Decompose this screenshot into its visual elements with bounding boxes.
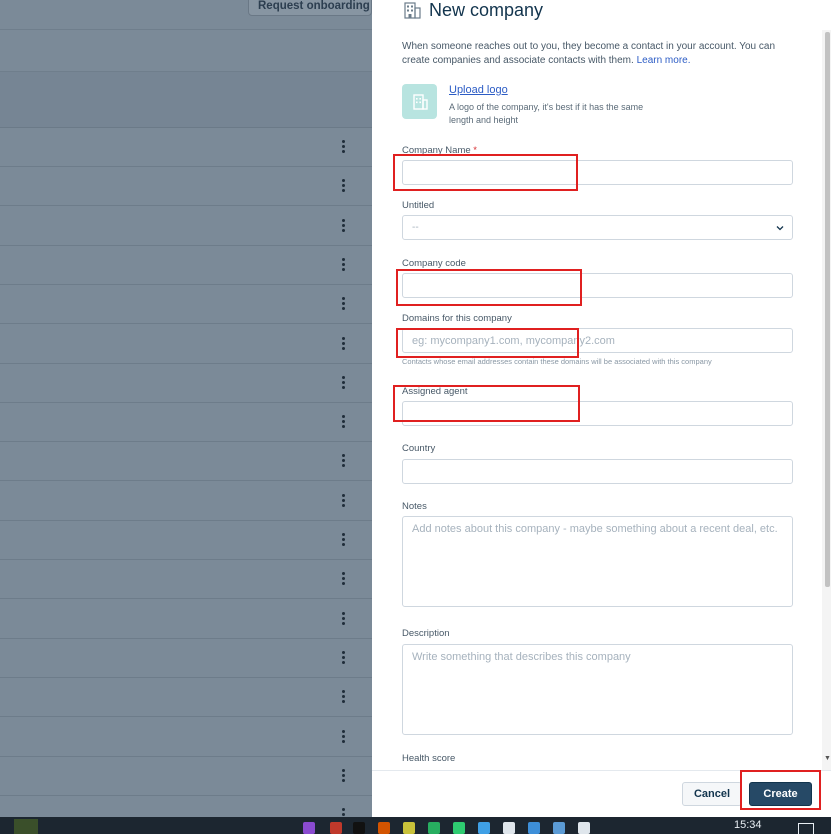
background-table-row xyxy=(0,403,372,443)
more-options-icon[interactable] xyxy=(338,533,348,548)
taskbar-app-icon[interactable] xyxy=(428,822,440,834)
more-options-icon[interactable] xyxy=(338,375,348,391)
background-table-row xyxy=(0,442,372,482)
panel-intro: When someone reaches out to you, they be… xyxy=(402,40,792,68)
domains-hint: Contacts whose email addresses contain t… xyxy=(402,357,712,366)
background-table-header xyxy=(0,72,372,128)
taskbar-app-icon[interactable] xyxy=(478,822,490,834)
background-table-row xyxy=(0,285,372,325)
taskbar-app-icon[interactable] xyxy=(503,822,515,834)
os-taskbar: 15:34 xyxy=(0,817,831,834)
chevron-down-icon xyxy=(776,226,784,231)
background-app: Request onboarding xyxy=(0,0,372,817)
background-table-row xyxy=(0,363,372,403)
more-options-icon[interactable] xyxy=(338,768,348,784)
intro-text: When someone reaches out to you, they be… xyxy=(402,41,776,66)
panel-scrollbar-thumb[interactable] xyxy=(825,32,830,587)
learn-more-link[interactable]: Learn more. xyxy=(637,55,691,66)
more-options-icon[interactable] xyxy=(338,650,348,666)
building-icon xyxy=(404,2,421,19)
new-company-panel: New company When someone reaches out to … xyxy=(372,0,831,817)
more-options-icon[interactable] xyxy=(338,454,348,469)
company-code-label: Company code xyxy=(402,258,466,269)
notes-label: Notes xyxy=(402,501,427,512)
background-table-row xyxy=(0,796,372,817)
cancel-button[interactable]: Cancel xyxy=(682,782,742,806)
taskbar-app-icon[interactable] xyxy=(553,822,565,834)
background-table-row xyxy=(0,756,372,796)
background-table-row xyxy=(0,481,372,521)
assigned-agent-label: Assigned agent xyxy=(402,386,468,397)
background-table-row xyxy=(0,717,372,757)
notification-icon[interactable] xyxy=(798,823,814,834)
taskbar-app-icon[interactable] xyxy=(303,822,315,834)
description-textarea[interactable] xyxy=(402,644,793,735)
company-name-label: Company Name * xyxy=(402,145,477,156)
assigned-agent-input[interactable] xyxy=(402,401,793,426)
taskbar-app-icon[interactable] xyxy=(353,822,365,834)
taskbar-clock[interactable]: 15:34 xyxy=(734,819,762,831)
more-options-icon[interactable] xyxy=(338,140,348,155)
taskbar-app-icon[interactable] xyxy=(330,822,342,834)
required-mark: * xyxy=(473,145,477,156)
taskbar-app-icon[interactable] xyxy=(403,822,415,834)
logo-placeholder[interactable] xyxy=(402,84,437,119)
description-label: Description xyxy=(402,628,450,639)
untitled-select[interactable]: -- xyxy=(402,215,793,240)
panel-title: New company xyxy=(429,0,544,20)
background-table-row xyxy=(0,245,372,285)
panel-header: New company xyxy=(402,0,543,22)
background-table-row xyxy=(0,128,372,167)
more-options-icon[interactable] xyxy=(338,493,348,509)
more-options-icon[interactable] xyxy=(338,690,348,705)
domains-input[interactable] xyxy=(402,328,793,353)
domains-label: Domains for this company xyxy=(402,313,512,324)
create-button[interactable]: Create xyxy=(749,782,812,806)
notes-textarea[interactable] xyxy=(402,516,793,607)
more-options-icon[interactable] xyxy=(338,415,348,430)
more-options-icon[interactable] xyxy=(338,729,348,745)
upload-logo-link[interactable]: Upload logo xyxy=(449,84,508,96)
more-options-icon[interactable] xyxy=(338,808,348,817)
untitled-label: Untitled xyxy=(402,200,435,211)
country-label: Country xyxy=(402,443,436,454)
background-table-row xyxy=(0,678,372,718)
background-subbar xyxy=(0,30,372,72)
start-icon[interactable] xyxy=(14,819,38,834)
more-options-icon[interactable] xyxy=(338,297,348,312)
background-table-row xyxy=(0,599,372,639)
background-table-row xyxy=(0,521,372,560)
building-logo-icon xyxy=(412,93,428,110)
country-input[interactable] xyxy=(402,459,793,484)
taskbar-app-icon[interactable] xyxy=(453,822,465,834)
company-code-input[interactable] xyxy=(402,273,793,298)
background-table-row xyxy=(0,560,372,600)
scroll-down-arrow-icon[interactable]: ▼ xyxy=(824,755,831,762)
more-options-icon[interactable] xyxy=(338,336,348,352)
background-topbar: Request onboarding xyxy=(0,0,372,30)
more-options-icon[interactable] xyxy=(338,611,348,627)
health-score-label: Health score xyxy=(402,753,456,764)
background-table-row xyxy=(0,206,372,246)
taskbar-app-icon[interactable] xyxy=(578,822,590,834)
upload-logo-help: A logo of the company, it's best if it h… xyxy=(449,102,644,125)
taskbar-app-icon[interactable] xyxy=(378,822,390,834)
background-table-row xyxy=(0,324,372,364)
more-options-icon[interactable] xyxy=(338,572,348,587)
background-table-row xyxy=(0,167,372,207)
more-options-icon[interactable] xyxy=(338,179,348,194)
more-options-icon[interactable] xyxy=(338,257,348,273)
untitled-select-value: -- xyxy=(412,222,419,233)
more-options-icon[interactable] xyxy=(338,218,348,234)
background-table-row xyxy=(0,638,372,678)
taskbar-app-icon[interactable] xyxy=(528,822,540,834)
panel-footer: Cancel Create xyxy=(372,770,831,817)
company-name-input[interactable] xyxy=(402,160,793,185)
request-onboarding-button[interactable]: Request onboarding xyxy=(248,0,372,16)
